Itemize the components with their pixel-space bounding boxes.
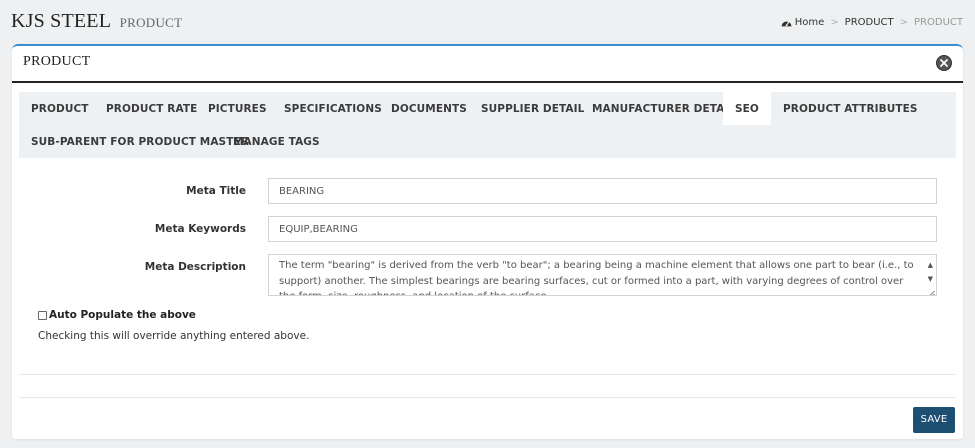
breadcrumb: Home > PRODUCT > PRODUCT [781, 17, 963, 28]
breadcrumb-product-link[interactable]: PRODUCT [845, 17, 894, 28]
tab-pictures[interactable]: PICTURES [196, 92, 279, 125]
breadcrumb-current: PRODUCT [914, 17, 963, 28]
meta-title-label: Meta Title [186, 185, 246, 197]
auto-populate-row: Auto Populate the above [38, 309, 196, 321]
tab-specifications[interactable]: SPECIFICATIONS [272, 92, 394, 125]
meta-description-text: The term "bearing" is derived from the v… [279, 260, 914, 295]
close-circle-icon[interactable] [936, 55, 952, 71]
tab-bar: PRODUCT PRODUCT RATE PICTURES SPECIFICAT… [19, 92, 956, 158]
resize-handle-icon[interactable] [928, 287, 935, 295]
auto-populate-checkbox[interactable] [38, 310, 47, 320]
panel-title: PRODUCT [23, 54, 91, 69]
breadcrumb-separator: > [899, 17, 909, 28]
meta-keywords-input[interactable] [268, 216, 937, 242]
app-brand: KJS STEEL PRODUCT [11, 10, 182, 33]
tab-seo[interactable]: SEO [723, 92, 771, 125]
breadcrumb-separator: > [830, 17, 839, 28]
breadcrumb-home-link[interactable]: Home [795, 17, 825, 28]
divider [19, 374, 956, 375]
divider [19, 397, 956, 398]
scroll-down-arrow-icon[interactable]: ▼ [928, 272, 933, 288]
tab-manage-tags[interactable]: MANAGE TAGS [221, 125, 332, 158]
meta-title-input[interactable] [268, 178, 937, 204]
auto-populate-hint: Checking this will override anything ent… [38, 330, 310, 342]
panel-header: PRODUCT [12, 46, 963, 83]
meta-description-textarea[interactable]: The term "bearing" is derived from the v… [268, 254, 937, 296]
dashboard-icon [781, 18, 792, 27]
meta-description-label: Meta Description [144, 261, 246, 273]
tab-product-rate[interactable]: PRODUCT RATE [94, 92, 209, 125]
save-button[interactable]: SAVE [913, 407, 955, 433]
tab-documents[interactable]: DOCUMENTS [379, 92, 479, 125]
tab-product-attributes[interactable]: PRODUCT ATTRIBUTES [771, 92, 930, 125]
meta-keywords-label: Meta Keywords [154, 223, 246, 235]
tab-product[interactable]: PRODUCT [19, 92, 101, 125]
auto-populate-label: Auto Populate the above [49, 309, 196, 321]
top-bar: KJS STEEL PRODUCT Home > PRODUCT > PRODU… [0, 0, 975, 44]
product-panel: PRODUCT PRODUCT PRODUCT RATE PICTURES SP… [12, 44, 963, 439]
page-subtitle: PRODUCT [119, 15, 183, 30]
brand-name: KJS STEEL [11, 10, 111, 32]
tab-supplier-detail[interactable]: SUPPLIER DETAIL [469, 92, 596, 125]
